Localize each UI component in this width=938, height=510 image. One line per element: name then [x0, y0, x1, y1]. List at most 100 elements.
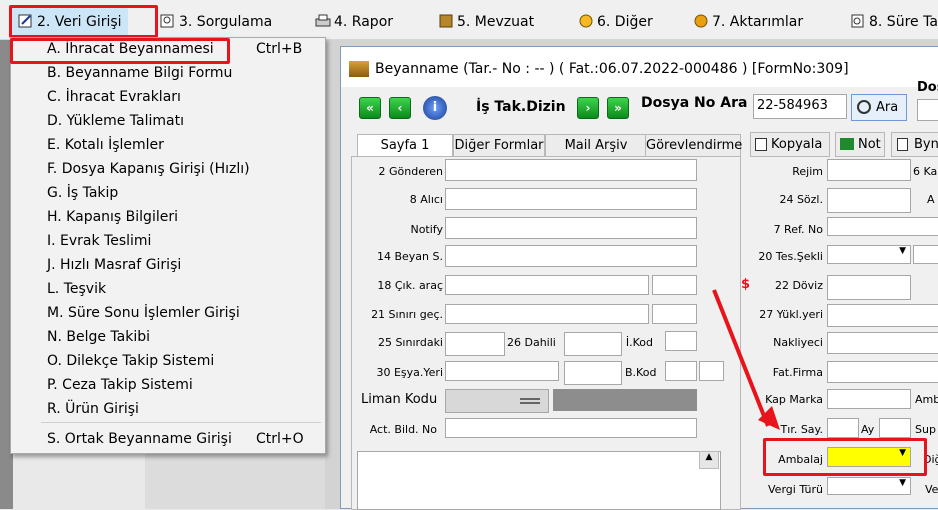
menu-item-tesvik[interactable]: L. Teşvik: [47, 278, 106, 300]
menu-diger[interactable]: 6. Diğer: [578, 9, 653, 35]
menu-item-urun-girisi[interactable]: R. Ürün Girişi: [47, 398, 139, 420]
vergi-turu-select[interactable]: ▼: [827, 477, 911, 495]
beyan-s-input[interactable]: [445, 245, 697, 267]
yukl-yeri-input[interactable]: [827, 304, 938, 327]
tab-mail-arsiv[interactable]: Mail Arşiv: [545, 134, 647, 156]
window-titlebar: Beyanname (Tar.- No : -- ) ( Fat.:06.07.…: [341, 47, 938, 87]
menu-item-dosya-kapanis-girisi[interactable]: F. Dosya Kapanış Girişi (Hızlı): [47, 158, 250, 180]
menu-item-yukleme-talimati[interactable]: D. Yükleme Talimatı: [47, 110, 184, 132]
transfer-icon: [693, 11, 709, 28]
notify-input[interactable]: [445, 217, 697, 239]
menu-item-sure-sonu-islemler[interactable]: M. Süre Sonu İşlemler Girişi: [47, 302, 240, 324]
esya-yeri-code-input[interactable]: [564, 361, 622, 385]
kap-marka-input[interactable]: [827, 389, 911, 409]
menu-item-is-takip[interactable]: G. İş Takip: [47, 182, 118, 204]
menu-item-dilekce-takip[interactable]: O. Dilekçe Takip Sistemi: [47, 350, 214, 372]
globe-icon: [578, 11, 594, 28]
alici-input[interactable]: [445, 188, 697, 210]
document-icon: [897, 138, 908, 151]
rejim-label: Rejim: [792, 165, 823, 178]
tab-sayfa-1[interactable]: Sayfa 1: [357, 134, 453, 156]
scroll-up-arrow-icon[interactable]: ▲: [699, 451, 719, 469]
menu-sorgulama[interactable]: 3. Sorgulama: [160, 9, 272, 35]
menu-item-hizli-masraf-girisi[interactable]: J. Hızlı Masraf Girişi: [47, 254, 181, 276]
menu-item-kotali-islemler[interactable]: E. Kotalı İşlemler: [47, 134, 164, 156]
tes-sekli-label: 20 Tes.Şekli: [758, 250, 823, 263]
menu-aktarimlar[interactable]: 7. Aktarımlar: [693, 9, 803, 35]
search-icon: [857, 100, 871, 114]
dos-label: Dos: [917, 80, 938, 95]
dos-input[interactable]: [917, 99, 938, 121]
tab-gorevlendirme[interactable]: Görevlendirme: [645, 134, 742, 156]
menu-item-ceza-takip[interactable]: P. Ceza Takip Sistemi: [47, 374, 193, 396]
ay-label: Ay: [861, 423, 875, 436]
rejim-input[interactable]: [827, 159, 911, 181]
sozl-input[interactable]: [827, 188, 911, 213]
i-kod-label: İ.Kod: [625, 336, 653, 349]
tir-say-input[interactable]: [827, 418, 859, 438]
stopwatch-icon: [850, 11, 866, 28]
b-kod-input[interactable]: [665, 361, 697, 381]
vergi-turu-label: Vergi Türü: [768, 483, 823, 496]
veri-girisi-dropdown: A. İhracat Beyannamesi Ctrl+B B. Beyanna…: [10, 37, 326, 454]
kopyala-button[interactable]: Kopyala: [750, 132, 830, 157]
siniri-gec-input[interactable]: [445, 304, 649, 324]
annotation-arrow: [712, 289, 780, 430]
cik-arac-code-input[interactable]: [652, 275, 697, 295]
ara-button[interactable]: Ara: [851, 94, 907, 121]
menu-item-ihracat-evraklari[interactable]: C. İhracat Evrakları: [47, 86, 181, 108]
liman-kodu-lookup[interactable]: [445, 389, 549, 413]
first-record-button[interactable]: «: [359, 97, 381, 119]
menu-item-evrak-teslimi[interactable]: I. Evrak Teslimi: [47, 230, 151, 252]
not-button[interactable]: Not: [835, 132, 885, 157]
sinirdaki-label: 25 Sınırdaki: [377, 336, 443, 349]
doviz-input[interactable]: [827, 275, 911, 300]
menu-mevzuat[interactable]: 5. Mevzuat: [438, 9, 534, 35]
dahili-input[interactable]: [564, 332, 622, 356]
act-bild-no-input[interactable]: [445, 418, 697, 438]
last-record-button[interactable]: »: [607, 97, 629, 119]
menu-item-belge-takibi[interactable]: N. Belge Takibi: [47, 326, 150, 348]
nakliyeci-input[interactable]: [827, 332, 938, 354]
shortcut-ctrl-b: Ctrl+B: [256, 41, 303, 57]
highlight-ihracat-beyannamesi: [10, 38, 230, 64]
siniri-gec-code-input[interactable]: [652, 304, 697, 324]
dahili-label: 26 Dahili: [507, 336, 556, 349]
menu-item-beyanname-bilgi-formu[interactable]: B. Beyanname Bilgi Formu: [47, 62, 232, 84]
ay-input[interactable]: [879, 418, 911, 438]
lookup-icon: [520, 398, 540, 404]
prev-record-button[interactable]: ‹: [389, 97, 411, 119]
law-book-icon: [438, 11, 454, 28]
info-icon[interactable]: i: [423, 96, 447, 120]
gonderen-input[interactable]: [445, 159, 697, 181]
b-kod-label: B.Kod: [625, 366, 657, 379]
sinirdaki-input[interactable]: [445, 332, 505, 356]
i-kod-input[interactable]: [665, 331, 697, 351]
next-record-button[interactable]: ›: [577, 97, 599, 119]
liman-kodu-display: [553, 389, 697, 411]
magnifier-form-icon: [160, 11, 176, 28]
ref-no-input[interactable]: [827, 217, 938, 236]
cik-arac-input[interactable]: [445, 275, 649, 295]
notes-textarea[interactable]: [357, 451, 721, 510]
note-icon: [840, 138, 854, 150]
menu-separator: [41, 422, 321, 423]
esya-yeri-label: 30 Eşya.Yeri: [376, 366, 443, 379]
fat-firma-input[interactable]: [827, 361, 938, 383]
byn-button[interactable]: Byn: [891, 132, 938, 157]
act-bild-no-label: Act. Bild. No: [369, 423, 437, 436]
menu-item-ortak-beyanname[interactable]: S. Ortak Beyanname Girişi: [47, 428, 232, 450]
menu-item-kapanis-bilgileri[interactable]: H. Kapanış Bilgileri: [47, 206, 178, 228]
copy-icon: [755, 138, 767, 151]
tes-sekli-select[interactable]: ▼: [827, 245, 911, 264]
gonderen-label: 2 Gönderen: [378, 165, 444, 178]
menu-sure-takip[interactable]: 8. Süre Tak: [850, 9, 938, 35]
app-logo-icon: [349, 61, 369, 77]
dosya-no-input[interactable]: 22-584963: [753, 94, 847, 119]
menu-rapor[interactable]: 4. Rapor: [315, 9, 393, 35]
esya-yeri-input[interactable]: [445, 361, 559, 381]
cik-arac-label: 18 Çık. araç: [377, 279, 443, 292]
tab-diger-formlar[interactable]: Diğer Formlar: [453, 134, 545, 156]
window-title: Beyanname (Tar.- No : -- ) ( Fat.:06.07.…: [375, 61, 849, 77]
tes-sekli-extra-input[interactable]: [913, 245, 938, 264]
